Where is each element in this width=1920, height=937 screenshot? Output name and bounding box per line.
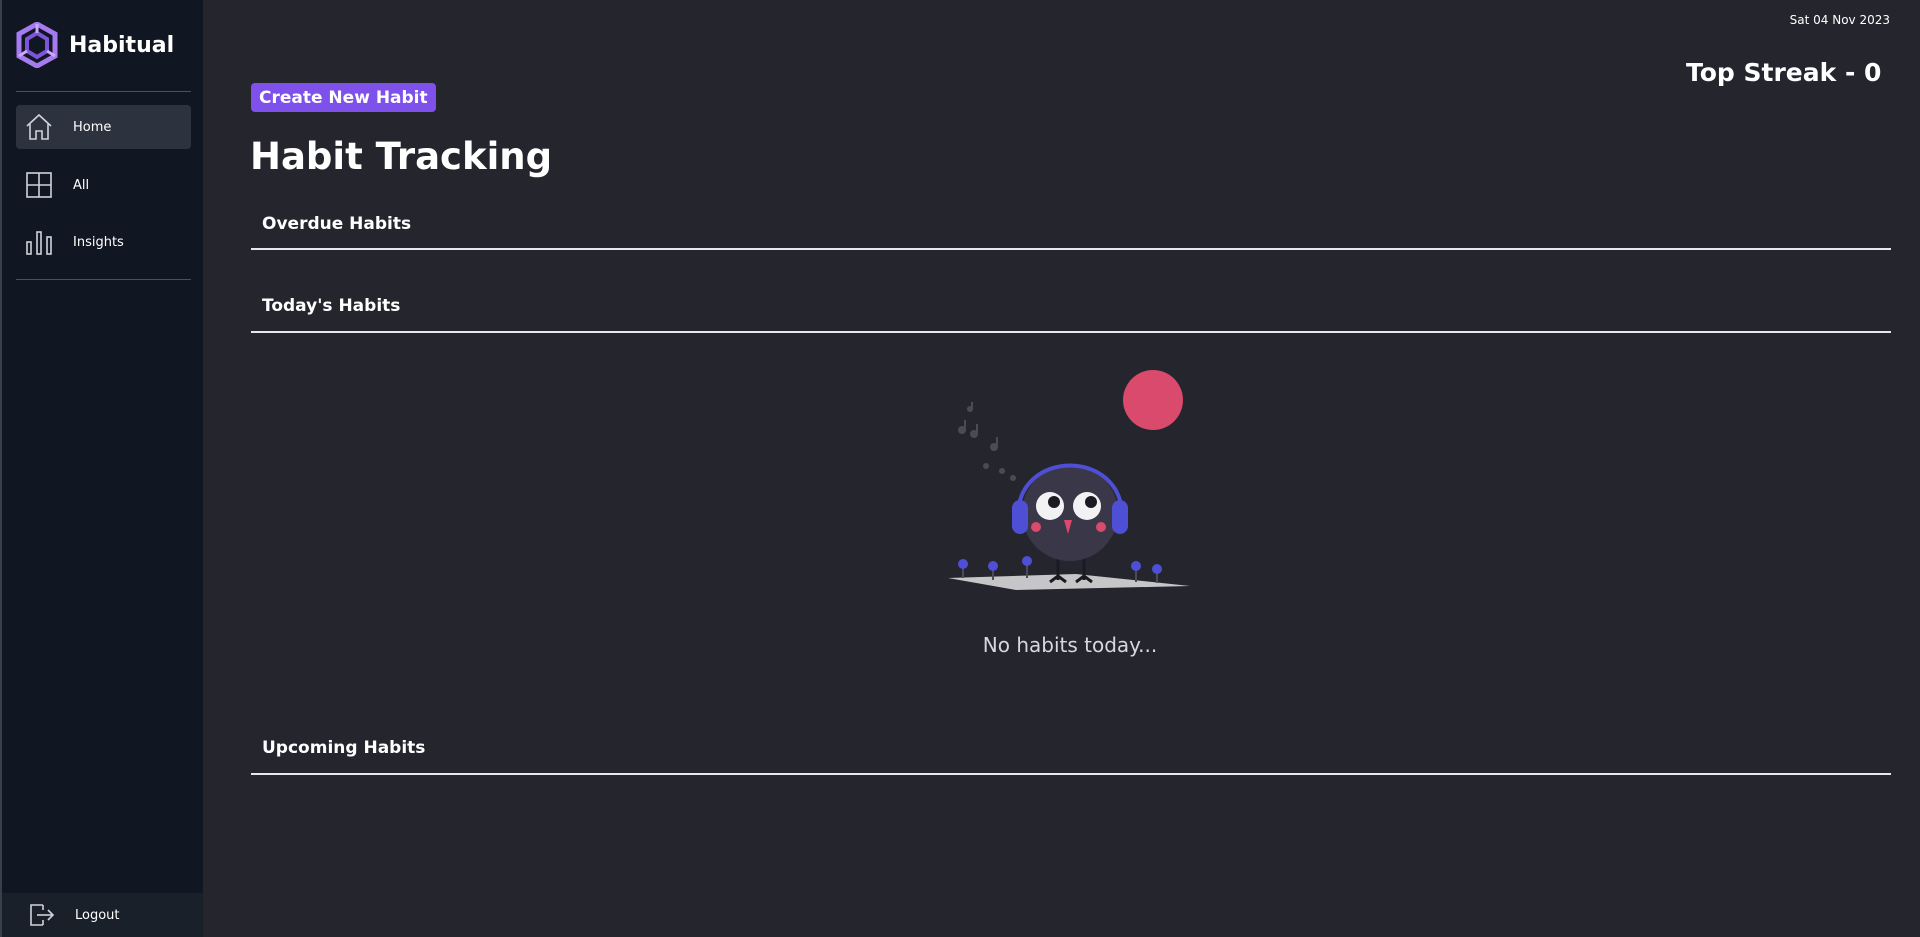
section-divider bbox=[251, 773, 1891, 775]
bar-chart-icon bbox=[24, 227, 54, 257]
sidebar-item-label: All bbox=[73, 177, 90, 193]
section-divider bbox=[251, 248, 1891, 250]
sidebar-item-home[interactable]: Home bbox=[16, 105, 191, 149]
current-date: Sat 04 Nov 2023 bbox=[1789, 13, 1890, 27]
section-title-upcoming: Upcoming Habits bbox=[262, 738, 426, 758]
logout-label: Logout bbox=[75, 907, 120, 923]
sidebar-item-label: Home bbox=[73, 119, 112, 135]
sidebar-divider bbox=[16, 279, 191, 280]
home-icon bbox=[24, 112, 54, 142]
brand-name: Habitual bbox=[69, 32, 175, 58]
empty-state-text: No habits today... bbox=[982, 633, 1158, 657]
section-title-overdue: Overdue Habits bbox=[262, 214, 412, 234]
app-root: Habitual Home All Insights Logout Sat 04… bbox=[0, 0, 1920, 937]
section-divider bbox=[251, 331, 1891, 333]
habitual-logo-icon bbox=[16, 22, 58, 68]
brand[interactable]: Habitual bbox=[15, 22, 174, 68]
section-title-today: Today's Habits bbox=[262, 296, 401, 316]
sidebar: Habitual Home All Insights Logout bbox=[0, 0, 203, 937]
create-new-habit-button[interactable]: Create New Habit bbox=[251, 83, 436, 112]
sidebar-item-all[interactable]: All bbox=[16, 163, 191, 207]
sidebar-divider bbox=[16, 91, 191, 92]
sidebar-item-label: Insights bbox=[73, 234, 124, 250]
logout-icon bbox=[26, 900, 56, 930]
page-title: Habit Tracking bbox=[250, 135, 553, 178]
sidebar-item-insights[interactable]: Insights bbox=[16, 220, 191, 264]
empty-state-illustration bbox=[948, 370, 1190, 590]
logout-button[interactable]: Logout bbox=[2, 893, 203, 937]
top-streak: Top Streak - 0 bbox=[1686, 58, 1882, 87]
grid-icon bbox=[24, 170, 54, 200]
